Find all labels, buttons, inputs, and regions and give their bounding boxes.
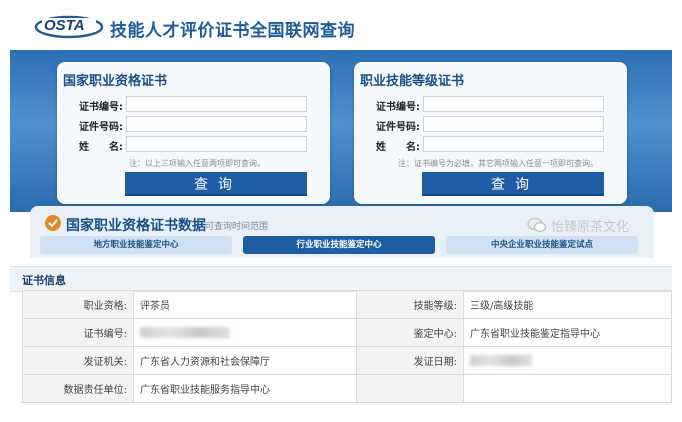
cert-info-header: 证书信息 [10,266,672,292]
watermark: 怡臻原茶文化 [551,220,630,235]
query-button[interactable]: 查询 [125,172,307,196]
skill-level-panel: 职业技能等级证书 证书编号: 证件号码: 姓 名: 注：证书编号为必填，其它两项… [354,62,627,204]
tab-local-center[interactable]: 地方职业技能鉴定中心 [40,236,232,254]
id-number-label: 证件号码: [79,122,123,133]
certificate-icon [45,215,61,231]
cert-number-row: 证书编号: [57,96,330,114]
cert-number-row: 证书编号: [354,96,627,114]
id-number-input[interactable] [126,116,307,132]
table-row: 证书编号: 鉴定中心: 广东省职业技能鉴定指导中心 [22,318,672,347]
row-value: 三级/高级技能 [463,290,672,319]
query-button[interactable]: 查询 [422,172,604,196]
name-input[interactable] [126,136,307,152]
row-label: 数据责任单位: [22,374,134,403]
id-number-input[interactable] [423,116,604,132]
row-label: 发证日期: [356,346,464,375]
row-label: 职业资格: [22,290,134,319]
cert-number-label: 证书编号: [79,102,123,113]
table-row: 职业资格: 评茶员 技能等级: 三级/高级技能 [22,290,672,319]
row-label: 鉴定中心: [356,318,464,347]
table-row: 发证机关: 广东省人力资源和社会保障厅 发证日期: [22,346,672,375]
name-label: 姓 名: [79,142,123,153]
table-row: 数据责任单位: 广东省职业技能服务指导中心 [22,374,672,403]
row-value [463,374,672,403]
data-section-subtitle: 可查询时间范围 [205,222,269,232]
svg-text:OSTA: OSTA [44,17,85,34]
cert-number-input[interactable] [423,96,604,112]
panel-title: 国家职业资格证书 [63,74,168,89]
site-header: OSTA 技能人才评价证书全国联网查询 [0,0,682,50]
redacted-value [133,318,357,347]
panel-title: 职业技能等级证书 [360,74,465,89]
data-section-title: 国家职业资格证书数据 [66,218,206,234]
row-value: 广东省人力资源和社会保障厅 [133,346,357,375]
row-value: 广东省职业技能鉴定指导中心 [463,318,672,347]
cert-number-input[interactable] [126,96,307,112]
panel-note: 注：以上三项输入任意两项即可查询。 [129,159,265,168]
row-label: 证书编号: [22,318,134,347]
cert-number-label: 证书编号: [376,102,420,113]
vocational-qualification-panel: 国家职业资格证书 证书编号: 证件号码: 姓 名: 注：以上三项输入任意两项即可… [57,62,330,204]
row-value: 广东省职业技能服务指导中心 [133,374,357,403]
id-number-row: 证件号码: [354,116,627,134]
wechat-icon [527,217,547,232]
redacted-value [463,346,672,375]
cert-info-table: 职业资格: 评茶员 技能等级: 三级/高级技能 证书编号: 鉴定中心: 广东省职… [22,290,672,403]
cert-info-heading: 证书信息 [22,274,66,287]
row-label: 发证机关: [22,346,134,375]
tab-industry-center[interactable]: 行业职业技能鉴定中心 [243,236,435,254]
id-number-label: 证件号码: [376,122,420,133]
panel-note: 注：证书编号为必填，其它两项输入任意一项即可查询。 [398,159,598,168]
name-row: 姓 名: [57,136,330,154]
tab-central-enterprise[interactable]: 中央企业职业技能鉴定试点 [446,236,638,254]
name-row: 姓 名: [354,136,627,154]
osta-logo: OSTA [34,15,104,39]
name-label: 姓 名: [376,142,420,153]
row-label [356,374,464,403]
id-number-row: 证件号码: [57,116,330,134]
row-label: 技能等级: [356,290,464,319]
name-input[interactable] [423,136,604,152]
page-title: 技能人才评价证书全国联网查询 [110,21,355,41]
row-value: 评茶员 [133,290,357,319]
